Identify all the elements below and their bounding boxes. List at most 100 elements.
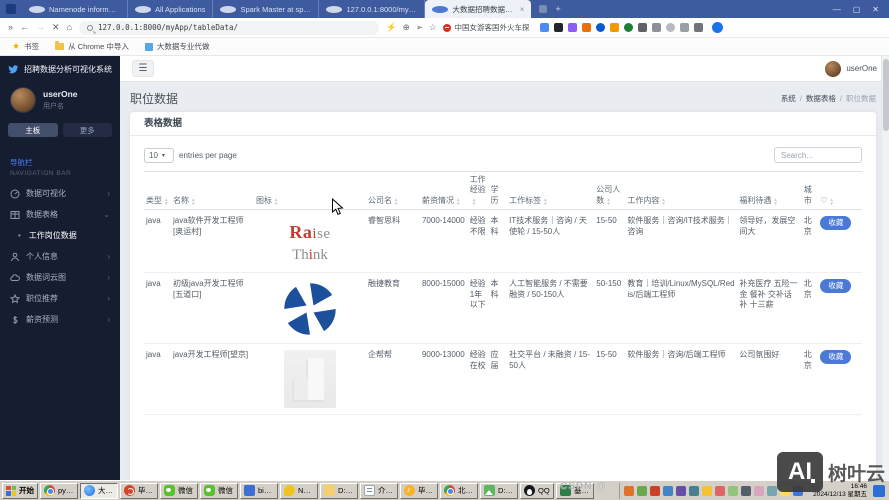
header-user[interactable]: userOne [825, 61, 877, 77]
sidebar-item-personal-info[interactable]: 个人信息 › [0, 246, 120, 267]
col-city[interactable]: 城市 [802, 172, 819, 210]
sort-icon[interactable] [661, 198, 665, 206]
sort-icon[interactable] [472, 198, 476, 206]
orange-extension-icon[interactable] [582, 23, 591, 32]
sidebar-item-job-recommend[interactable]: 职位推荐 › [0, 288, 120, 309]
address-bar[interactable]: 127.0.0.1:8000/myApp/tableData/ [79, 21, 379, 35]
favorite-button[interactable]: 收藏 [820, 216, 851, 230]
tab-close-icon[interactable]: × [520, 5, 525, 14]
tab-active-analysis-system[interactable]: 大数据招聘数据分析系统 × [425, 0, 531, 18]
tab-all-applications[interactable]: All Applications [128, 0, 213, 18]
sort-icon[interactable] [164, 198, 168, 206]
taskbar-button-wechat-1[interactable]: 微信 [160, 483, 198, 499]
taskbar-button-music[interactable]: 毕开… [400, 483, 438, 499]
sidebar-item-visualization[interactable]: 数据可视化 › [0, 183, 120, 204]
window-maximize-icon[interactable]: ▢ [853, 5, 861, 14]
col-type[interactable]: 类型 [144, 172, 171, 210]
bookmark-folder-imported[interactable]: 从 Chrome 中导入 [55, 41, 129, 52]
window-minimize-icon[interactable]: — [833, 5, 841, 14]
sidebar-toggle-icon[interactable]: » [8, 23, 13, 32]
col-education[interactable]: 学历 [488, 172, 507, 210]
stop-icon[interactable]: ✕ [52, 23, 60, 32]
sort-icon[interactable] [606, 198, 610, 206]
col-content[interactable]: 工作内容 [625, 172, 737, 210]
tray-icon[interactable] [663, 486, 673, 496]
tray-icon[interactable] [715, 486, 725, 496]
col-salary[interactable]: 薪资情况 [420, 172, 468, 210]
sort-icon[interactable] [191, 198, 195, 206]
taskbar-button-bigdata[interactable]: bigd… [240, 483, 278, 499]
d-extension-icon[interactable] [596, 23, 605, 32]
tray-icon[interactable] [728, 486, 738, 496]
bookmark-star-icon[interactable]: ☆ [429, 22, 437, 33]
taskbar-button-bishe[interactable]: 毕设… [120, 483, 158, 499]
dark-extension-icon[interactable] [554, 23, 563, 32]
tab-spark-master[interactable]: Spark Master at spark://bigd [213, 0, 319, 18]
col-experience[interactable]: 工作经验 [468, 172, 489, 210]
sort-icon[interactable] [456, 198, 460, 206]
sidebar-item-job-data-active[interactable]: 工作岗位数据 [0, 225, 120, 246]
record-extension-icon[interactable] [624, 23, 633, 32]
scrollbar-thumb[interactable] [883, 59, 889, 131]
sidebar-item-wordcloud[interactable]: 数据词云图 › [0, 267, 120, 288]
favorite-button[interactable]: 收藏 [820, 350, 851, 364]
taskbar-button-python[interactable]: pyth… [40, 483, 78, 499]
hamburger-menu-icon[interactable]: ☰ [132, 60, 154, 77]
tray-icon[interactable] [650, 486, 660, 496]
window-close-icon[interactable]: ✕ [872, 5, 879, 14]
new-tab-button[interactable]: + [555, 4, 560, 14]
forward-icon[interactable]: → [36, 23, 45, 32]
tray-icon[interactable] [767, 486, 777, 496]
install-icon[interactable]: ⊕ [403, 22, 410, 33]
start-button[interactable]: 开始 [2, 483, 38, 499]
taskbar-button-wechat-2[interactable]: 微信 [200, 483, 238, 499]
entries-per-page-select[interactable]: 10 [144, 148, 174, 163]
bookmark-item[interactable]: ★ 书签 [12, 41, 39, 52]
tab-groups-icon[interactable] [652, 23, 661, 32]
news-extension-button[interactable]: 中国女游客国外火车探 [443, 22, 529, 33]
phone-icon[interactable] [638, 23, 647, 32]
pinned-tab-icon[interactable] [539, 5, 547, 13]
sort-icon[interactable] [543, 198, 547, 206]
back-icon[interactable]: ← [20, 23, 29, 32]
sort-icon[interactable] [394, 198, 398, 206]
sort-icon[interactable] [274, 198, 278, 206]
taskbar-button-folder[interactable]: D:\… [320, 483, 358, 499]
sort-icon[interactable] [830, 198, 834, 206]
profile-avatar-icon[interactable] [712, 22, 723, 33]
scissors-icon[interactable] [680, 23, 689, 32]
home-icon[interactable]: ⌂ [67, 23, 72, 32]
tray-icon[interactable] [689, 486, 699, 496]
tray-icon-csdn[interactable] [624, 486, 634, 496]
taskbar-button-notes[interactable]: 介绍… [360, 483, 398, 499]
bookmark-item-bigdata[interactable]: 大数据专业代做 [145, 41, 210, 52]
history-icon[interactable] [666, 23, 675, 32]
page-scrollbar[interactable] [881, 56, 889, 480]
tab-myapp-home[interactable]: 127.0.0.1:8000/myApp/home/ [319, 0, 425, 18]
taskbar-button-qq[interactable]: QQ [520, 483, 554, 499]
tray-icon[interactable] [754, 486, 764, 496]
col-logo[interactable]: 图标 [254, 172, 366, 210]
sidebar-item-salary-predict[interactable]: 薪资预测 › [0, 309, 120, 330]
lightning-icon[interactable]: ⚡ [386, 22, 397, 33]
breadcrumb-system[interactable]: 系统 [781, 93, 796, 104]
col-company[interactable]: 公司名 [366, 172, 420, 210]
share-icon[interactable]: ➢ [416, 22, 423, 33]
breadcrumb-data-table[interactable]: 数据表格 [806, 93, 836, 104]
star-extension-icon[interactable] [610, 23, 619, 32]
col-company-size[interactable]: 公司人数 [594, 172, 625, 210]
col-name[interactable]: 名称 [171, 172, 254, 210]
col-favorite[interactable]: ♡ [818, 172, 862, 210]
tray-icon[interactable] [702, 486, 712, 496]
taskbar-button-beijing[interactable]: 北京… [440, 483, 478, 499]
menu-icon[interactable] [694, 23, 703, 32]
sort-icon[interactable] [773, 198, 777, 206]
sidebar-tab-main[interactable]: 主板 [8, 123, 58, 137]
sidebar-item-data-table[interactable]: 数据表格 ⌄ [0, 204, 120, 225]
taskbar-button-navi[interactable]: Navi… [280, 483, 318, 499]
sidebar-tab-more[interactable]: 更多 [63, 123, 113, 137]
favorite-button[interactable]: 收藏 [820, 279, 851, 293]
taskbar-button-picture[interactable]: D:\s… [480, 483, 518, 499]
spark-extension-icon[interactable] [568, 23, 577, 32]
tray-icon[interactable] [676, 486, 686, 496]
